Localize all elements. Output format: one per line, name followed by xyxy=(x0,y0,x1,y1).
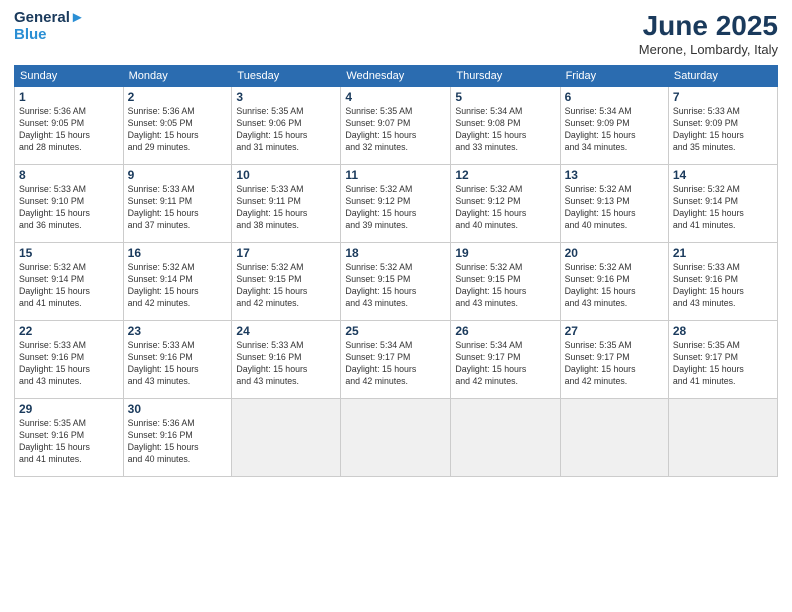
day-28: 28Sunrise: 5:35 AMSunset: 9:17 PMDayligh… xyxy=(668,321,777,399)
logo-text: General► xyxy=(14,10,85,27)
day-6: 6Sunrise: 5:34 AMSunset: 9:09 PMDaylight… xyxy=(560,87,668,165)
day-29: 29Sunrise: 5:35 AMSunset: 9:16 PMDayligh… xyxy=(15,399,124,477)
header-tuesday: Tuesday xyxy=(232,66,341,87)
day-5: 5Sunrise: 5:34 AMSunset: 9:08 PMDaylight… xyxy=(451,87,560,165)
day-17: 17Sunrise: 5:32 AMSunset: 9:15 PMDayligh… xyxy=(232,243,341,321)
day-7: 7Sunrise: 5:33 AMSunset: 9:09 PMDaylight… xyxy=(668,87,777,165)
day-22: 22Sunrise: 5:33 AMSunset: 9:16 PMDayligh… xyxy=(15,321,124,399)
logo-text-blue: Blue xyxy=(14,27,85,44)
day-21: 21Sunrise: 5:33 AMSunset: 9:16 PMDayligh… xyxy=(668,243,777,321)
location: Merone, Lombardy, Italy xyxy=(639,42,778,57)
weekday-header-row: Sunday Monday Tuesday Wednesday Thursday… xyxy=(15,66,778,87)
day-8: 8Sunrise: 5:33 AMSunset: 9:10 PMDaylight… xyxy=(15,165,124,243)
day-15: 15Sunrise: 5:32 AMSunset: 9:14 PMDayligh… xyxy=(15,243,124,321)
empty-cell-5 xyxy=(668,399,777,477)
day-10: 10Sunrise: 5:33 AMSunset: 9:11 PMDayligh… xyxy=(232,165,341,243)
week-row-3: 15Sunrise: 5:32 AMSunset: 9:14 PMDayligh… xyxy=(15,243,778,321)
day-30: 30Sunrise: 5:36 AMSunset: 9:16 PMDayligh… xyxy=(123,399,232,477)
title-block: June 2025 Merone, Lombardy, Italy xyxy=(639,10,778,57)
day-4: 4Sunrise: 5:35 AMSunset: 9:07 PMDaylight… xyxy=(341,87,451,165)
empty-cell-2 xyxy=(341,399,451,477)
empty-cell-1 xyxy=(232,399,341,477)
empty-cell-3 xyxy=(451,399,560,477)
logo: General► Blue xyxy=(14,10,85,43)
day-9: 9Sunrise: 5:33 AMSunset: 9:11 PMDaylight… xyxy=(123,165,232,243)
day-12: 12Sunrise: 5:32 AMSunset: 9:12 PMDayligh… xyxy=(451,165,560,243)
header-friday: Friday xyxy=(560,66,668,87)
day-20: 20Sunrise: 5:32 AMSunset: 9:16 PMDayligh… xyxy=(560,243,668,321)
header-saturday: Saturday xyxy=(668,66,777,87)
day-13: 13Sunrise: 5:32 AMSunset: 9:13 PMDayligh… xyxy=(560,165,668,243)
header-monday: Monday xyxy=(123,66,232,87)
day-23: 23Sunrise: 5:33 AMSunset: 9:16 PMDayligh… xyxy=(123,321,232,399)
week-row-4: 22Sunrise: 5:33 AMSunset: 9:16 PMDayligh… xyxy=(15,321,778,399)
day-19: 19Sunrise: 5:32 AMSunset: 9:15 PMDayligh… xyxy=(451,243,560,321)
header: General► Blue June 2025 Merone, Lombardy… xyxy=(14,10,778,57)
empty-cell-4 xyxy=(560,399,668,477)
day-26: 26Sunrise: 5:34 AMSunset: 9:17 PMDayligh… xyxy=(451,321,560,399)
day-25: 25Sunrise: 5:34 AMSunset: 9:17 PMDayligh… xyxy=(341,321,451,399)
week-row-2: 8Sunrise: 5:33 AMSunset: 9:10 PMDaylight… xyxy=(15,165,778,243)
week-row-1: 1Sunrise: 5:36 AMSunset: 9:05 PMDaylight… xyxy=(15,87,778,165)
day-18: 18Sunrise: 5:32 AMSunset: 9:15 PMDayligh… xyxy=(341,243,451,321)
header-thursday: Thursday xyxy=(451,66,560,87)
day-16: 16Sunrise: 5:32 AMSunset: 9:14 PMDayligh… xyxy=(123,243,232,321)
header-wednesday: Wednesday xyxy=(341,66,451,87)
day-3: 3Sunrise: 5:35 AMSunset: 9:06 PMDaylight… xyxy=(232,87,341,165)
day-1: 1Sunrise: 5:36 AMSunset: 9:05 PMDaylight… xyxy=(15,87,124,165)
header-sunday: Sunday xyxy=(15,66,124,87)
page: General► Blue June 2025 Merone, Lombardy… xyxy=(0,0,792,612)
month-title: June 2025 xyxy=(639,10,778,42)
day-14: 14Sunrise: 5:32 AMSunset: 9:14 PMDayligh… xyxy=(668,165,777,243)
week-row-5: 29Sunrise: 5:35 AMSunset: 9:16 PMDayligh… xyxy=(15,399,778,477)
day-27: 27Sunrise: 5:35 AMSunset: 9:17 PMDayligh… xyxy=(560,321,668,399)
day-11: 11Sunrise: 5:32 AMSunset: 9:12 PMDayligh… xyxy=(341,165,451,243)
day-24: 24Sunrise: 5:33 AMSunset: 9:16 PMDayligh… xyxy=(232,321,341,399)
day-2: 2Sunrise: 5:36 AMSunset: 9:05 PMDaylight… xyxy=(123,87,232,165)
calendar-table: Sunday Monday Tuesday Wednesday Thursday… xyxy=(14,65,778,477)
